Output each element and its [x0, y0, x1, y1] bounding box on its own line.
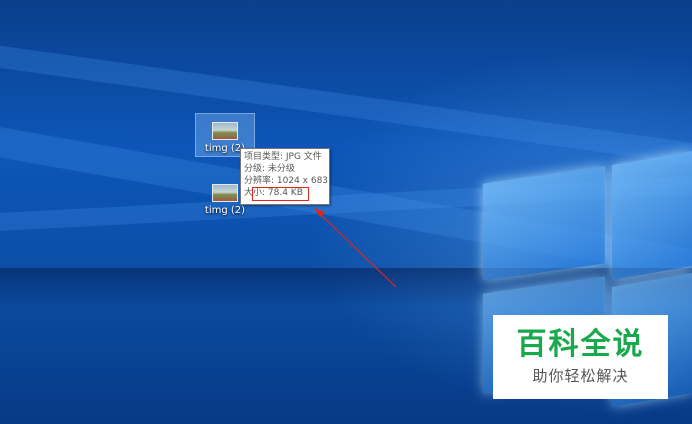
watermark-title: 百科全说: [516, 327, 645, 362]
watermark-subtitle: 助你轻松解决: [532, 367, 629, 385]
desktop[interactable]: timg (2) timg (2) 项目类型: JPG 文件 分级: 未分级 分…: [0, 0, 692, 424]
watermark-logo: 百科全说 助你轻松解决: [493, 315, 668, 399]
